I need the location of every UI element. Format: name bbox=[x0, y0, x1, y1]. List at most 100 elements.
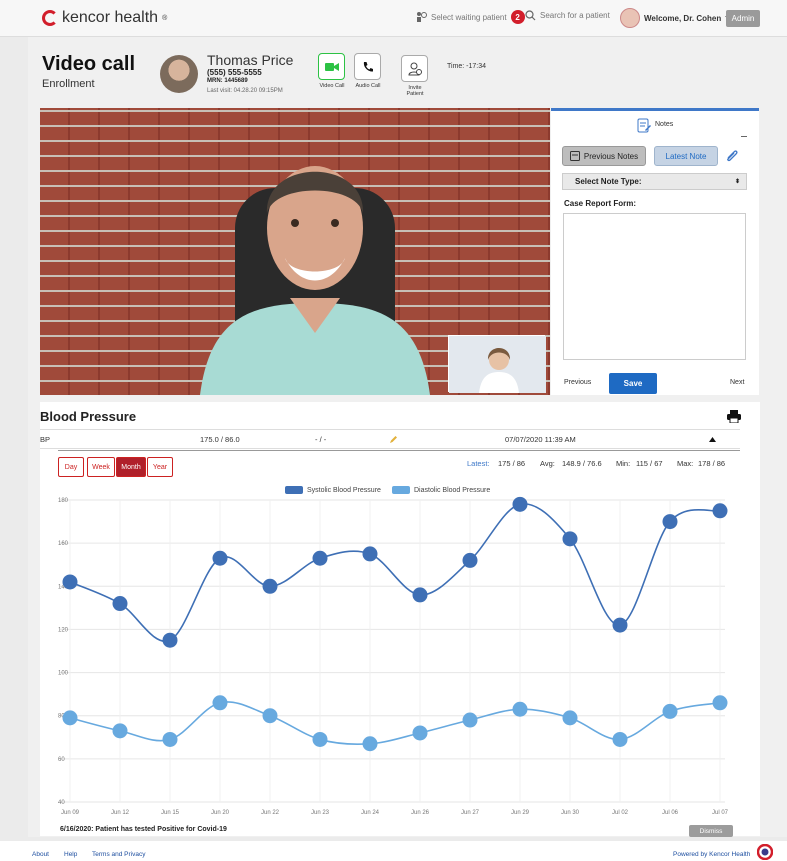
x-tick-label: Jun 29 bbox=[511, 810, 530, 816]
doctor-video-image bbox=[449, 336, 546, 393]
x-tick-label: Jun 27 bbox=[461, 810, 480, 816]
audio-call-label: Audio Call bbox=[355, 83, 381, 89]
waiting-patient-label: Select waiting patient bbox=[431, 12, 507, 22]
systolic-point bbox=[262, 578, 278, 594]
diastolic-point bbox=[212, 695, 228, 711]
x-tick-label: Jul 07 bbox=[712, 810, 729, 816]
x-tick-label: Jul 02 bbox=[612, 810, 629, 816]
avg-label: Avg: bbox=[540, 459, 555, 468]
admin-button[interactable]: Admin bbox=[726, 10, 760, 27]
x-tick-label: Jun 20 bbox=[211, 810, 230, 816]
minimize-icon[interactable] bbox=[741, 136, 747, 137]
latest-label: Latest: bbox=[467, 459, 490, 468]
min-value: 115 / 67 bbox=[636, 459, 663, 468]
y-tick-label: 40 bbox=[58, 800, 65, 806]
invite-patient-button[interactable] bbox=[401, 55, 428, 82]
range-month-button[interactable]: Month bbox=[116, 457, 146, 477]
patient-video-image bbox=[200, 166, 430, 395]
avg-value: 148.9 / 76.6 bbox=[562, 459, 602, 468]
y-tick-label: 60 bbox=[58, 757, 65, 763]
case-report-form-label: Case Report Form: bbox=[564, 199, 637, 208]
footer-about-link[interactable]: About bbox=[32, 851, 49, 858]
patient-last-visit: Last visit: 04.28.20 09:15PM bbox=[207, 88, 283, 94]
footer-help-link[interactable]: Help bbox=[64, 851, 77, 858]
search-input[interactable]: Search for a patient bbox=[540, 11, 610, 20]
systolic-point bbox=[62, 574, 78, 590]
diastolic-point bbox=[462, 712, 478, 728]
chevron-up-icon[interactable] bbox=[709, 437, 716, 442]
user-avatar bbox=[620, 8, 640, 28]
max-value: 178 / 86 bbox=[698, 459, 726, 468]
diastolic-point bbox=[612, 731, 628, 747]
patient-mrn: MRN: 1445689 bbox=[207, 78, 248, 84]
x-tick-label: Jun 15 bbox=[161, 810, 180, 816]
waiting-count-badge: 2 bbox=[510, 10, 525, 24]
next-button[interactable]: Next bbox=[730, 379, 744, 386]
bp-title: Blood Pressure bbox=[40, 409, 137, 424]
print-icon[interactable] bbox=[727, 410, 741, 423]
diastolic-point bbox=[662, 703, 678, 719]
diastolic-point bbox=[62, 710, 78, 726]
select-arrow-icon: ⬍ bbox=[734, 179, 740, 185]
diastolic-point bbox=[562, 710, 578, 726]
latest-note-button[interactable]: Latest Note bbox=[654, 146, 718, 166]
x-tick-label: Jun 22 bbox=[261, 810, 280, 816]
brand-name: kencor health bbox=[62, 9, 159, 26]
x-tick-label: Jun 09 bbox=[61, 810, 80, 816]
case-report-form-input[interactable] bbox=[563, 213, 746, 360]
patient-name: Thomas Price bbox=[207, 52, 294, 68]
notes-title: Notes bbox=[655, 121, 674, 128]
bp-datetime: 07/07/2020 11:39 AM bbox=[505, 435, 576, 444]
range-week-button[interactable]: Week bbox=[87, 457, 115, 477]
x-tick-label: Jun 23 bbox=[311, 810, 330, 816]
latest-value: 175 / 86 bbox=[498, 459, 526, 468]
video-call-label: Video Call bbox=[319, 83, 345, 89]
footer-terms-link[interactable]: Terms and Privacy bbox=[92, 851, 145, 858]
edit-pencil-icon[interactable] bbox=[389, 435, 398, 444]
brand-logo[interactable]: kencor health ® bbox=[42, 9, 167, 27]
min-label: Min: bbox=[616, 459, 631, 468]
systolic-point bbox=[362, 546, 378, 562]
patient-search[interactable]: Search for a patient bbox=[525, 10, 610, 21]
save-button[interactable]: Save bbox=[609, 373, 657, 394]
patient-phone: (555) 555-5555 bbox=[207, 68, 262, 77]
range-year-button[interactable]: Year bbox=[147, 457, 173, 477]
kencor-footer-logo-icon bbox=[757, 844, 773, 860]
y-tick-label: 160 bbox=[58, 541, 69, 547]
audio-call-button[interactable] bbox=[354, 53, 381, 80]
user-menu[interactable]: Welcome, Dr. Cohen bbox=[620, 8, 733, 28]
diastolic-point bbox=[312, 731, 328, 747]
previous-notes-button[interactable]: Previous Notes bbox=[562, 146, 646, 166]
previous-button[interactable]: Previous bbox=[564, 379, 591, 386]
bp-reading-row[interactable]: BP 175.0 / 86.0 - / - 07/07/2020 11:39 A… bbox=[40, 429, 740, 449]
x-tick-label: Jul 06 bbox=[662, 810, 679, 816]
diastolic-point bbox=[512, 701, 528, 717]
y-tick-label: 100 bbox=[58, 671, 69, 677]
phone-icon bbox=[363, 61, 373, 72]
diastolic-point bbox=[362, 736, 378, 752]
doctor-self-view[interactable] bbox=[448, 335, 546, 393]
systolic-point bbox=[562, 531, 578, 547]
x-tick-label: Jun 30 bbox=[561, 810, 580, 816]
dismiss-button[interactable]: Dismiss bbox=[689, 825, 733, 837]
alert-text: 6/16/2020: Patient has tested Positive f… bbox=[60, 826, 227, 833]
range-divider bbox=[58, 450, 740, 451]
note-type-select[interactable]: Select Note Type: ⬍ bbox=[562, 173, 747, 190]
search-icon bbox=[525, 10, 536, 21]
footer: About Help Terms and Privacy Powered by … bbox=[0, 841, 787, 861]
paperclip-icon[interactable] bbox=[725, 149, 739, 163]
video-call-button[interactable] bbox=[318, 53, 345, 80]
systolic-point bbox=[112, 596, 128, 612]
patient-avatar bbox=[160, 55, 198, 93]
diastolic-point bbox=[262, 708, 278, 724]
waiting-patient-selector[interactable]: Select waiting patient 2 bbox=[415, 10, 525, 24]
notes-panel: Notes Previous Notes Latest Note Select … bbox=[551, 108, 759, 395]
systolic-point bbox=[662, 514, 678, 530]
diastolic-point bbox=[712, 695, 728, 711]
video-camera-icon bbox=[324, 62, 339, 71]
range-day-button[interactable]: Day bbox=[58, 457, 84, 477]
footer-powered-by: Powered by Kencor Health bbox=[673, 851, 751, 858]
notes-history-icon bbox=[569, 151, 580, 161]
waiting-patient-icon bbox=[417, 12, 427, 22]
blood-pressure-panel: Blood Pressure BP 175.0 / 86.0 - / - 07/… bbox=[40, 402, 760, 837]
